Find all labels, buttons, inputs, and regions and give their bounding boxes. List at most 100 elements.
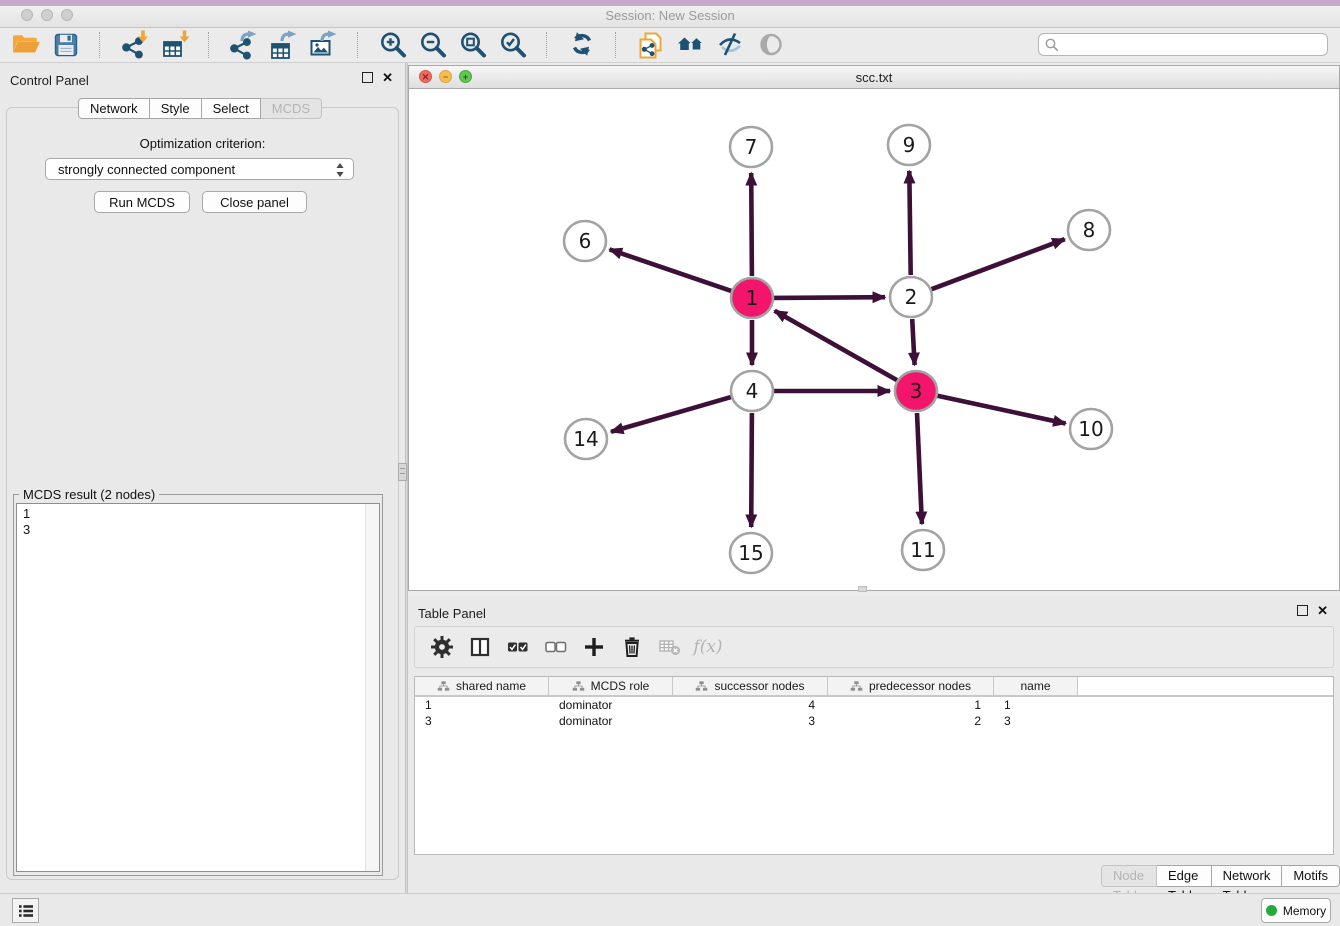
- memory-button[interactable]: Memory: [1261, 898, 1331, 923]
- graph-node-7[interactable]: 7: [730, 127, 772, 167]
- graph-node-3[interactable]: 3: [895, 371, 937, 411]
- graph-node-14[interactable]: 14: [565, 419, 607, 459]
- cell-successor-nodes[interactable]: 3: [673, 714, 828, 728]
- svg-text:15: 15: [738, 541, 763, 565]
- toolbar-separator: [357, 32, 359, 58]
- float-table-panel-icon[interactable]: [1297, 605, 1308, 616]
- zoom-out-icon[interactable]: [413, 28, 453, 62]
- mcds-result-scrollbar[interactable]: [365, 504, 379, 871]
- control-panel: Control Panel ✕ NetworkStyleSelectMCDS O…: [0, 63, 405, 893]
- mcds-result-textarea[interactable]: 1 3: [16, 503, 380, 872]
- graph-edge-3-1[interactable]: [775, 311, 897, 380]
- close-panel-button[interactable]: Close panel: [202, 191, 307, 213]
- table-tab-edge-table[interactable]: Edge Table: [1157, 865, 1212, 887]
- graph-node-15[interactable]: 15: [730, 533, 772, 573]
- eye-slash-icon[interactable]: [711, 28, 751, 62]
- graph-node-1[interactable]: 1: [731, 278, 773, 318]
- graph-node-2[interactable]: 2: [890, 277, 932, 317]
- table-row-1[interactable]: 1dominator411: [415, 697, 1333, 713]
- refresh-icon[interactable]: [562, 28, 602, 62]
- graph-node-10[interactable]: 10: [1070, 409, 1112, 449]
- import-table-icon[interactable]: [155, 28, 195, 62]
- criterion-dropdown[interactable]: strongly connected component: [45, 158, 354, 180]
- graph-edge-1-2[interactable]: [774, 297, 885, 298]
- search-box[interactable]: [1038, 33, 1328, 56]
- export-table-icon[interactable]: [264, 28, 304, 62]
- table-panel: Table Panel ✕ f(x) shared nameMCDS roles…: [408, 596, 1340, 893]
- graph-edge-3-10[interactable]: [938, 396, 1066, 424]
- table-tab-node-table[interactable]: Node Table: [1101, 865, 1157, 887]
- svg-text:2: 2: [905, 285, 918, 309]
- divider-grip[interactable]: [398, 463, 407, 481]
- deselect-all-icon[interactable]: [537, 630, 575, 664]
- column-header-predecessor-nodes[interactable]: predecessor nodes: [828, 677, 994, 695]
- graph-edge-2-9[interactable]: [909, 171, 910, 275]
- column-header-name[interactable]: name: [994, 677, 1078, 695]
- add-column-icon[interactable]: [575, 630, 613, 664]
- cell-successor-nodes[interactable]: 4: [673, 698, 828, 712]
- cell-predecessor-nodes[interactable]: 1: [828, 698, 994, 712]
- graph-edge-4-14[interactable]: [611, 397, 731, 432]
- graph-edge-1-6[interactable]: [610, 249, 732, 291]
- import-network-icon[interactable]: [115, 28, 155, 62]
- delete-column-icon[interactable]: [613, 630, 651, 664]
- graph-node-4[interactable]: 4: [731, 371, 773, 411]
- search-input[interactable]: [1060, 35, 1327, 55]
- graph-node-8[interactable]: 8: [1068, 210, 1110, 250]
- graph-node-11[interactable]: 11: [902, 530, 944, 570]
- table-tab-network-table[interactable]: Network Table: [1212, 865, 1283, 887]
- float-panel-icon[interactable]: [362, 72, 373, 83]
- run-mcds-button[interactable]: Run MCDS: [94, 191, 190, 213]
- close-panel-icon[interactable]: ✕: [382, 72, 393, 83]
- select-all-icon[interactable]: [499, 630, 537, 664]
- graph-edge-2-3[interactable]: [912, 319, 914, 365]
- graph-edge-4-15[interactable]: [751, 413, 752, 527]
- zoom-fit-icon[interactable]: [453, 28, 493, 62]
- column-header-successor-nodes[interactable]: successor nodes: [673, 677, 828, 695]
- save-session-icon[interactable]: [46, 28, 86, 62]
- graph-edge-3-11[interactable]: [917, 413, 922, 524]
- toolbar-separator: [99, 32, 101, 58]
- control-tab-style[interactable]: Style: [150, 98, 202, 119]
- search-icon: [1044, 37, 1060, 53]
- hierarchy-icon: [572, 680, 585, 692]
- cell-name[interactable]: 3: [994, 714, 1078, 728]
- graph-edge-2-8[interactable]: [932, 239, 1065, 289]
- control-tab-network[interactable]: Network: [78, 98, 150, 119]
- network-canvas[interactable]: 1 2 3 4 6 7 8 9 10 11 14 15: [409, 89, 1339, 590]
- export-image-icon[interactable]: [304, 28, 344, 62]
- column-header-MCDS-role[interactable]: MCDS role: [549, 677, 673, 695]
- mcds-result-group: MCDS result (2 nodes) 1 3: [13, 494, 383, 876]
- graph-edge-1-7[interactable]: [751, 173, 752, 276]
- gear-icon[interactable]: [423, 630, 461, 664]
- cell-shared-name[interactable]: 3: [415, 714, 549, 728]
- window-titlebar: Session: New Session: [0, 0, 1340, 28]
- svg-text:1: 1: [746, 286, 759, 310]
- export-network-icon[interactable]: [224, 28, 264, 62]
- cell-MCDS-role[interactable]: dominator: [549, 714, 673, 728]
- network-window-title: scc.txt: [409, 70, 1339, 85]
- close-table-panel-icon[interactable]: ✕: [1317, 605, 1328, 616]
- cell-name[interactable]: 1: [994, 698, 1078, 712]
- canvas-resize-grip[interactable]: [858, 586, 867, 592]
- header-filler: [1078, 677, 1333, 695]
- zoom-selected-icon[interactable]: [493, 28, 533, 62]
- network-window-titlebar: ✕ − + scc.txt: [409, 66, 1339, 89]
- graph-node-9[interactable]: 9: [888, 125, 930, 165]
- cell-shared-name[interactable]: 1: [415, 698, 549, 712]
- cell-MCDS-role[interactable]: dominator: [549, 698, 673, 712]
- open-network-file-icon[interactable]: [631, 28, 671, 62]
- task-history-button[interactable]: [12, 898, 39, 923]
- control-tab-mcds[interactable]: MCDS: [261, 98, 322, 119]
- table-row-2[interactable]: 3dominator323: [415, 713, 1333, 729]
- open-file-icon[interactable]: [6, 28, 46, 62]
- control-panel-tabs: NetworkStyleSelectMCDS: [78, 98, 322, 119]
- table-tab-motifs[interactable]: Motifs: [1282, 865, 1340, 887]
- welcome-screen-icon[interactable]: [671, 28, 711, 62]
- graph-node-6[interactable]: 6: [564, 221, 606, 261]
- control-tab-select[interactable]: Select: [202, 98, 261, 119]
- cell-predecessor-nodes[interactable]: 2: [828, 714, 994, 728]
- zoom-in-icon[interactable]: [373, 28, 413, 62]
- column-header-shared-name[interactable]: shared name: [415, 677, 549, 695]
- columns-icon[interactable]: [461, 630, 499, 664]
